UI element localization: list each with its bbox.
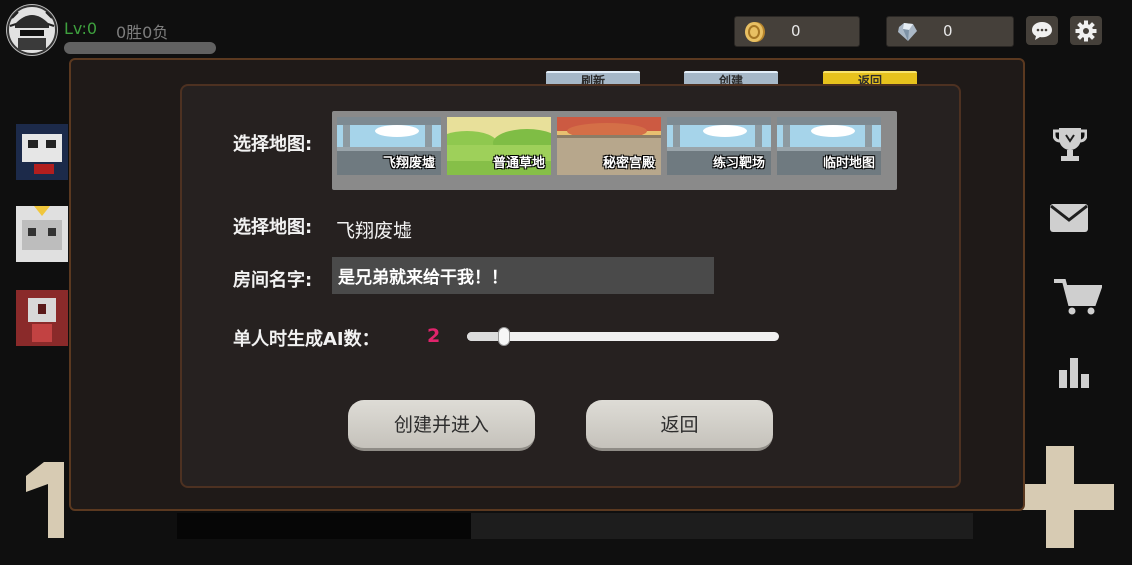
map-name: 练习靶场 [712, 156, 765, 171]
character-icon-robot[interactable] [14, 204, 70, 264]
character-icon-red[interactable] [14, 288, 70, 348]
map-name: 临时地图 [822, 156, 875, 171]
map-selector: 飞翔废墟 普通草地 秘密宫殿 练习靶场 临时地图 [332, 111, 897, 190]
experience-bar [64, 42, 216, 54]
selected-map-label: 选择地图: [233, 217, 313, 238]
settings-button[interactable] [1070, 16, 1102, 45]
gem-value: 0 [943, 22, 953, 40]
ai-count-slider-handle[interactable] [498, 327, 511, 346]
map-option-secret-palace[interactable]: 秘密宫殿 [557, 117, 661, 175]
chat-icon [1032, 21, 1052, 40]
coin-icon [745, 22, 765, 42]
win-loss-record: 0胜0负 [116, 23, 169, 42]
map-name: 普通草地 [492, 156, 545, 171]
ai-count-value: 2 [427, 325, 441, 347]
return-button[interactable]: 返回 [586, 400, 773, 451]
background-bar-left [177, 513, 471, 539]
gold-counter[interactable]: 0 [734, 16, 860, 47]
create-and-enter-button[interactable]: 创建并进入 [348, 400, 535, 451]
map-name: 飞翔废墟 [382, 156, 435, 171]
mail-icon[interactable] [1049, 200, 1091, 236]
ai-count-slider[interactable] [467, 332, 779, 341]
trophy-icon[interactable] [1053, 126, 1087, 162]
map-name: 秘密宫殿 [602, 156, 655, 171]
selected-map-value: 飞翔废墟 [336, 220, 413, 242]
map-option-grassland[interactable]: 普通草地 [447, 117, 551, 175]
gem-counter[interactable]: 0 [886, 16, 1014, 47]
chat-button[interactable] [1026, 16, 1058, 45]
player-level: Lv:0 [64, 19, 98, 38]
number-decoration [26, 462, 64, 538]
ai-count-label: 单人时生成AI数： [233, 329, 380, 350]
select-map-label: 选择地图: [233, 134, 313, 155]
map-option-temporary-map[interactable]: 临时地图 [777, 117, 881, 175]
gold-value: 0 [791, 22, 801, 40]
diamond-icon [898, 23, 917, 41]
map-option-flying-ruins[interactable]: 飞翔废墟 [337, 117, 441, 175]
room-name-label: 房间名字: [233, 270, 313, 291]
map-option-practice-range[interactable]: 练习靶场 [667, 117, 771, 175]
cart-icon[interactable] [1052, 278, 1102, 316]
room-name-input[interactable] [332, 257, 714, 294]
gear-icon [1075, 20, 1097, 41]
plus-icon[interactable] [1022, 446, 1114, 548]
chart-icon[interactable] [1058, 356, 1090, 388]
background-bar-right [471, 513, 973, 539]
character-icon-ninja[interactable] [14, 122, 70, 182]
player-avatar[interactable] [6, 4, 58, 56]
